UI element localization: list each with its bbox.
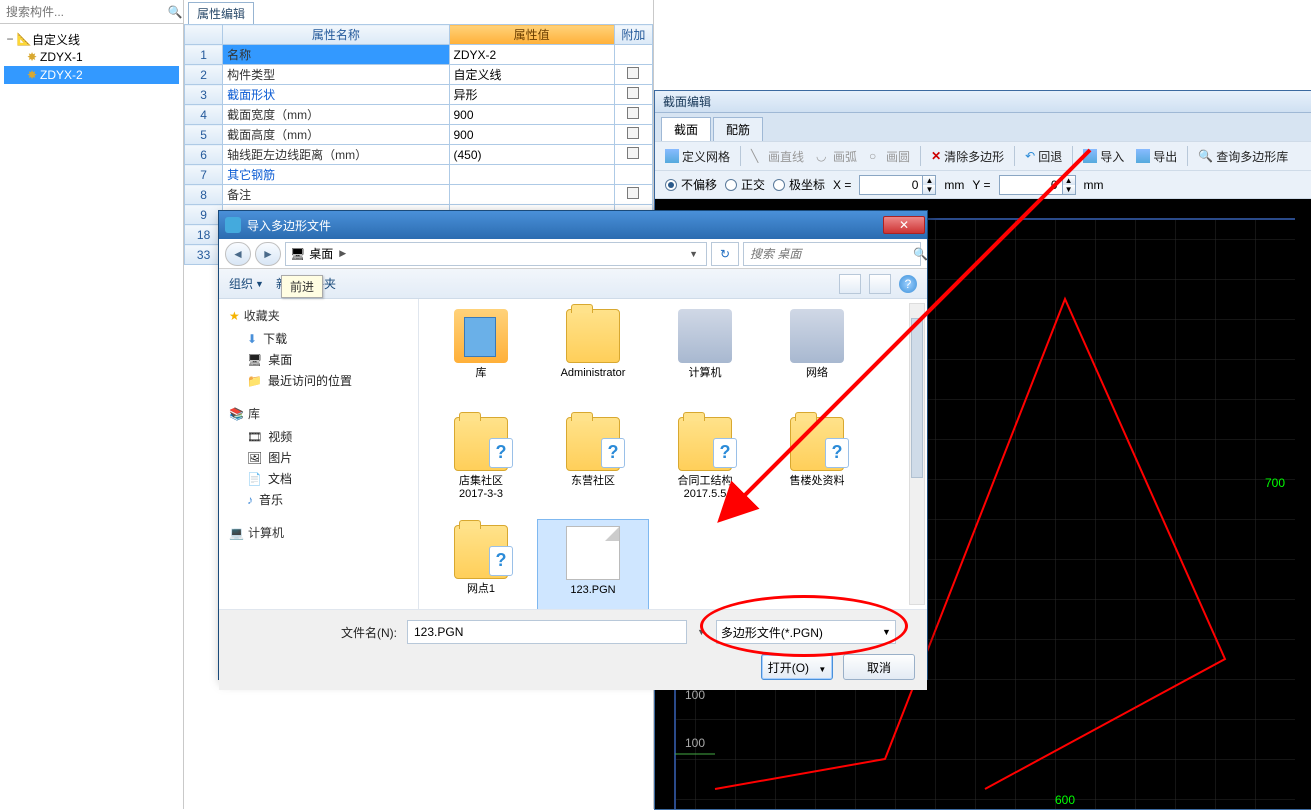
attach-checkbox[interactable]	[627, 147, 639, 159]
sidebar-desktop[interactable]: 🖥桌面	[229, 349, 414, 370]
component-tree-pane: 🔍 −📐 自定义线 ✸ ZDYX-1 ✸ ZDYX-2	[0, 0, 184, 809]
undo-button[interactable]: ↶回退	[1021, 146, 1066, 167]
attach-checkbox[interactable]	[627, 67, 639, 79]
close-button[interactable]: ✕	[883, 216, 925, 234]
section-editor-title: 截面编辑	[655, 91, 1311, 113]
component-search-input[interactable]	[0, 5, 167, 19]
x-input[interactable]: ▲▼	[859, 175, 936, 195]
col-attach: 附加	[614, 25, 652, 45]
sidebar-music[interactable]: ♪音乐	[229, 489, 414, 510]
col-value: 属性值	[449, 25, 614, 45]
sidebar-libraries[interactable]: 📚库	[229, 405, 414, 422]
preview-button[interactable]	[869, 274, 891, 294]
export-button[interactable]: 导出	[1132, 146, 1181, 167]
sidebar-favorites[interactable]: ★收藏夹	[229, 307, 414, 324]
file-item[interactable]: 东营社区	[537, 411, 649, 519]
dialog-title: 导入多边形文件	[247, 217, 331, 234]
tab-property-edit[interactable]: 属性编辑	[188, 2, 254, 24]
draw-arc-button[interactable]: ◡画弧	[812, 146, 861, 167]
query-library-button[interactable]: 🔍查询多边形库	[1194, 146, 1292, 167]
view-mode-button[interactable]	[839, 274, 861, 294]
file-item[interactable]: 售楼处资料	[761, 411, 873, 519]
dialog-icon	[225, 217, 241, 233]
tree-root-label: 自定义线	[32, 31, 80, 48]
search-icon[interactable]: 🔍	[167, 0, 183, 24]
import-polygon-dialog: 导入多边形文件 ✕ ◄ ► 🖥 桌面▶ ▼ ↻ 🔍 前进 组织 ▼ 新建文件夹 …	[218, 210, 928, 680]
organize-button[interactable]: 组织 ▼	[229, 275, 264, 292]
radio-ortho[interactable]: 正交	[725, 176, 765, 193]
sidebar-recent[interactable]: 📁最近访问的位置	[229, 370, 414, 391]
file-item[interactable]: 库	[425, 303, 537, 411]
radio-noshift[interactable]: 不偏移	[665, 176, 717, 193]
attach-checkbox[interactable]	[627, 87, 639, 99]
scrollbar[interactable]	[909, 303, 925, 605]
forward-tooltip: 前进	[281, 275, 323, 298]
draw-circle-button[interactable]: ○画圆	[865, 146, 914, 167]
filename-label: 文件名(N):	[341, 624, 397, 641]
sidebar-computer[interactable]: 💻计算机	[229, 524, 414, 541]
file-item[interactable]: 合同工结构 2017.5.5	[649, 411, 761, 519]
forward-button[interactable]: ►	[255, 242, 281, 266]
tree-item-label: ZDYX-1	[40, 50, 83, 64]
cancel-button[interactable]: 取消	[843, 654, 915, 680]
file-item[interactable]: 店集社区 2017-3-3	[425, 411, 537, 519]
attach-checkbox[interactable]	[627, 107, 639, 119]
tree-item-selected[interactable]: ✸ ZDYX-2	[4, 66, 179, 84]
svg-text:700: 700	[1265, 476, 1285, 490]
file-item[interactable]: Administrator	[537, 303, 649, 411]
sidebar: ★收藏夹 ⬇下载 🖥桌面 📁最近访问的位置 📚库 🎞视频 🖼图片 📄文档 ♪音乐…	[219, 299, 419, 609]
sidebar-pictures[interactable]: 🖼图片	[229, 447, 414, 468]
sidebar-videos[interactable]: 🎞视频	[229, 426, 414, 447]
refresh-button[interactable]: ↻	[711, 242, 739, 266]
sidebar-downloads[interactable]: ⬇下载	[229, 328, 414, 349]
y-input[interactable]: ▲▼	[999, 175, 1076, 195]
desktop-icon: 🖥	[290, 247, 305, 261]
attach-checkbox[interactable]	[627, 187, 639, 199]
filename-input[interactable]	[407, 620, 687, 644]
tree-item-label: ZDYX-2	[40, 68, 83, 82]
tree-root[interactable]: −📐 自定义线	[4, 30, 179, 48]
help-button[interactable]: ?	[899, 275, 917, 293]
svg-text:600: 600	[1055, 793, 1075, 807]
file-item[interactable]: 计算机	[649, 303, 761, 411]
svg-text:100: 100	[685, 736, 705, 750]
tab-rebar[interactable]: 配筋	[713, 117, 763, 141]
filetype-combo[interactable]: 多边形文件(*.PGN)▼	[716, 620, 896, 644]
attach-checkbox[interactable]	[627, 127, 639, 139]
clear-polygon-button[interactable]: ✕清除多边形	[927, 146, 1008, 167]
col-name: 属性名称	[223, 25, 449, 45]
file-item[interactable]: 网络	[761, 303, 873, 411]
back-button[interactable]: ◄	[225, 242, 251, 266]
tab-section[interactable]: 截面	[661, 117, 711, 141]
open-button[interactable]: 打开(O) ▼	[761, 654, 833, 680]
svg-text:100: 100	[685, 688, 705, 702]
sidebar-documents[interactable]: 📄文档	[229, 468, 414, 489]
file-item-selected[interactable]: 123.PGN	[537, 519, 649, 609]
import-button[interactable]: 导入	[1079, 146, 1128, 167]
address-bar[interactable]: 🖥 桌面▶ ▼	[285, 242, 707, 266]
draw-line-button[interactable]: ╲画直线	[747, 146, 808, 167]
tree-item[interactable]: ✸ ZDYX-1	[4, 48, 179, 66]
search-location[interactable]: 🔍	[743, 242, 921, 266]
search-icon[interactable]: 🔍	[913, 247, 928, 261]
file-list[interactable]: 库 Administrator 计算机 网络 店集社区 2017-3-3 东营社…	[419, 299, 927, 609]
file-item[interactable]: 网点1	[425, 519, 537, 609]
define-grid-button[interactable]: 定义网格	[661, 146, 734, 167]
radio-polar[interactable]: 极坐标	[773, 176, 825, 193]
